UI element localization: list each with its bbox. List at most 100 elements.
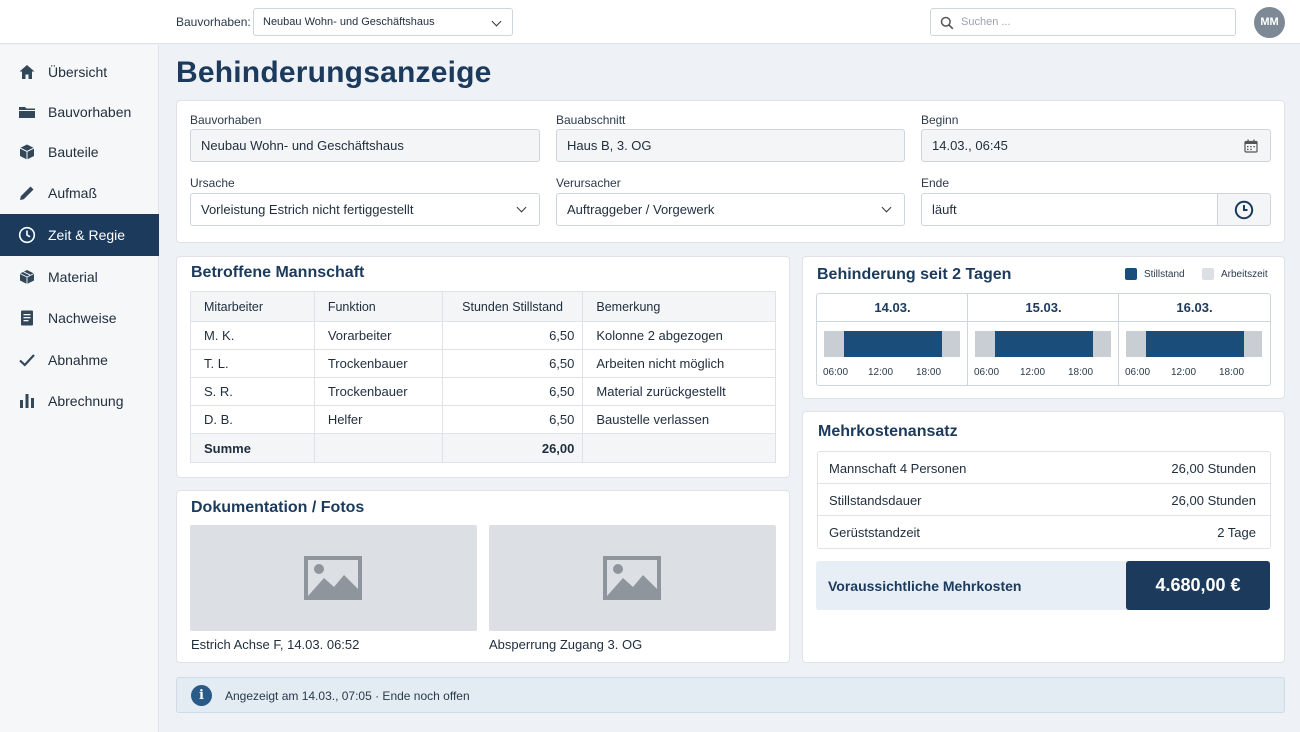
photo-thumbnail[interactable] xyxy=(489,525,776,631)
verursacher-label: Verursacher xyxy=(556,176,621,190)
stillstand-bar xyxy=(1145,331,1245,357)
bauabschnitt-value: Haus B, 3. OG xyxy=(567,138,652,153)
table-row[interactable]: S. R. Trockenbauer 6,50 Material zurückg… xyxy=(190,377,776,406)
cost-row: Stillstandsdauer 26,00 Stunden xyxy=(818,484,1270,516)
beginn-value: 14.03., 06:45 xyxy=(932,138,1008,153)
sidebar-item-bauvorhaben[interactable]: Bauvorhaben xyxy=(0,91,159,133)
bauabschnitt-label: Bauabschnitt xyxy=(556,113,626,127)
ende-field[interactable]: läuft xyxy=(921,193,1218,226)
home-icon xyxy=(19,65,35,79)
verursacher-select[interactable]: Auftraggeber / Vorgewerk xyxy=(556,193,905,226)
box-icon xyxy=(19,270,35,284)
sidebar-item-abnahme[interactable]: Abnahme xyxy=(0,339,159,381)
cube-icon xyxy=(19,144,35,160)
cost-value: 26,00 Stunden xyxy=(1171,493,1256,508)
column-header: Funktion xyxy=(313,291,443,322)
legend-swatch-arbeitszeit xyxy=(1202,268,1214,280)
table-row[interactable]: D. B. Helfer 6,50 Baustelle verlassen xyxy=(190,405,776,434)
sum-label: Summe xyxy=(190,433,315,463)
table-row[interactable]: T. L. Trockenbauer 6,50 Arbeiten nicht m… xyxy=(190,349,776,378)
sidebar-item-zeit-regie[interactable]: Zeit & Regie xyxy=(0,214,159,256)
time-tick: 18:00 xyxy=(916,367,942,378)
cell-stunden: 6,50 xyxy=(441,321,584,350)
cost-value: 2 Tage xyxy=(1217,525,1256,540)
bauvorhaben-label: Bauvorhaben xyxy=(190,113,262,127)
ursache-select[interactable]: Vorleistung Estrich nicht fertiggestellt xyxy=(190,193,540,226)
search-input[interactable] xyxy=(961,14,1221,30)
image-placeholder-icon xyxy=(603,556,661,600)
cell-mitarbeiter: S. R. xyxy=(190,377,315,406)
legend-label-stillstand: Stillstand xyxy=(1144,269,1185,280)
cost-row: Mannschaft 4 Personen 26,00 Stunden xyxy=(818,452,1270,484)
sidebar-item-nachweise[interactable]: Nachweise xyxy=(0,297,159,339)
verursacher-value: Auftraggeber / Vorgewerk xyxy=(567,202,715,217)
sidebar-item-label: Abnahme xyxy=(48,352,108,368)
chevron-down-icon xyxy=(516,202,527,213)
document-icon xyxy=(21,310,33,326)
time-tick: 12:00 xyxy=(1020,367,1046,378)
sidebar-item-label: Abrechnung xyxy=(48,393,124,409)
user-avatar[interactable]: MM xyxy=(1254,7,1285,38)
calendar-icon[interactable] xyxy=(1244,139,1258,153)
cell-funktion: Vorarbeiter xyxy=(313,321,443,350)
sidebar-item-aufmass[interactable]: Aufmaß xyxy=(0,172,159,214)
cell-mitarbeiter: M. K. xyxy=(190,321,315,350)
time-tick: 06:00 xyxy=(974,367,1000,378)
cell-bemerkung: Baustelle verlassen xyxy=(582,405,776,434)
timeline-grid: 14.03. 06:00 12:00 18:00 15.03. 06:00 12… xyxy=(816,293,1271,386)
crew-table: Mitarbeiter Funktion Stunden Stillstand … xyxy=(190,291,776,463)
cost-label: Gerüststandzeit xyxy=(829,525,921,540)
project-selector-value: Neubau Wohn- und Geschäftshaus xyxy=(263,16,435,28)
cell-stunden: 6,50 xyxy=(441,377,584,406)
time-tick: 18:00 xyxy=(1068,367,1094,378)
stillstand-bar xyxy=(994,331,1094,357)
sum-value: 26,00 xyxy=(441,433,584,463)
legend-swatch-stillstand xyxy=(1125,268,1137,280)
top-bar: Bauvorhaben: Neubau Wohn- und Geschäftsh… xyxy=(0,0,1300,44)
beginn-label: Beginn xyxy=(921,113,959,127)
project-selector[interactable]: Neubau Wohn- und Geschäftshaus xyxy=(253,8,513,36)
photo-caption: Absperrung Zugang 3. OG xyxy=(489,637,643,652)
project-selector-label: Bauvorhaben: xyxy=(176,15,251,29)
cell-funktion: Helfer xyxy=(313,405,443,434)
image-placeholder-icon xyxy=(304,556,362,600)
bauabschnitt-field[interactable]: Haus B, 3. OG xyxy=(556,129,905,162)
status-footer: i Angezeigt am 14.03., 07:05 · Ende noch… xyxy=(176,677,1285,713)
legend-label-arbeitszeit: Arbeitszeit xyxy=(1221,269,1268,280)
sidebar-item-label: Aufmaß xyxy=(48,185,98,201)
cost-value: 26,00 Stunden xyxy=(1171,461,1256,476)
timeline-day: 16.03. 06:00 12:00 18:00 xyxy=(1119,294,1270,385)
total-cost-label: Voraussichtliche Mehrkosten xyxy=(828,578,1022,594)
stillstand-bar xyxy=(843,331,943,357)
cell-stunden: 6,50 xyxy=(441,405,584,434)
beginn-field[interactable]: 14.03., 06:45 xyxy=(921,129,1271,162)
cell-bemerkung: Arbeiten nicht möglich xyxy=(582,349,776,378)
bauvorhaben-field[interactable]: Neubau Wohn- und Geschäftshaus xyxy=(190,129,540,162)
cell-mitarbeiter: D. B. xyxy=(190,405,315,434)
ende-time-button[interactable] xyxy=(1217,193,1271,226)
chevron-down-icon xyxy=(491,16,502,27)
sidebar-item-bauteile[interactable]: Bauteile xyxy=(0,131,159,173)
search-icon xyxy=(940,16,954,30)
clock-icon xyxy=(18,226,36,244)
sidebar-item-label: Zeit & Regie xyxy=(48,227,126,243)
sidebar-item-uebersicht[interactable]: Übersicht xyxy=(0,51,159,93)
cell-bemerkung: Material zurückgestellt xyxy=(582,377,776,406)
sidebar-item-label: Material xyxy=(48,269,98,285)
timeline-day-label: 14.03. xyxy=(817,294,968,322)
sidebar-item-label: Nachweise xyxy=(48,310,117,326)
cost-label: Mannschaft 4 Personen xyxy=(829,461,967,476)
time-tick: 12:00 xyxy=(1171,367,1197,378)
search-box[interactable] xyxy=(930,8,1236,36)
cost-row: Gerüststandzeit 2 Tage xyxy=(818,516,1270,548)
ende-label: Ende xyxy=(921,176,950,190)
pencil-icon xyxy=(20,186,34,200)
sidebar-item-abrechnung[interactable]: Abrechnung xyxy=(0,380,159,422)
sidebar-item-material[interactable]: Material xyxy=(0,256,159,298)
check-icon xyxy=(19,354,35,367)
table-sum-row: Summe 26,00 xyxy=(190,433,776,463)
table-row[interactable]: M. K. Vorarbeiter 6,50 Kolonne 2 abgezog… xyxy=(190,321,776,350)
photo-thumbnail[interactable] xyxy=(190,525,477,631)
cell-mitarbeiter: T. L. xyxy=(190,349,315,378)
sidebar-item-label: Bauteile xyxy=(48,144,99,160)
